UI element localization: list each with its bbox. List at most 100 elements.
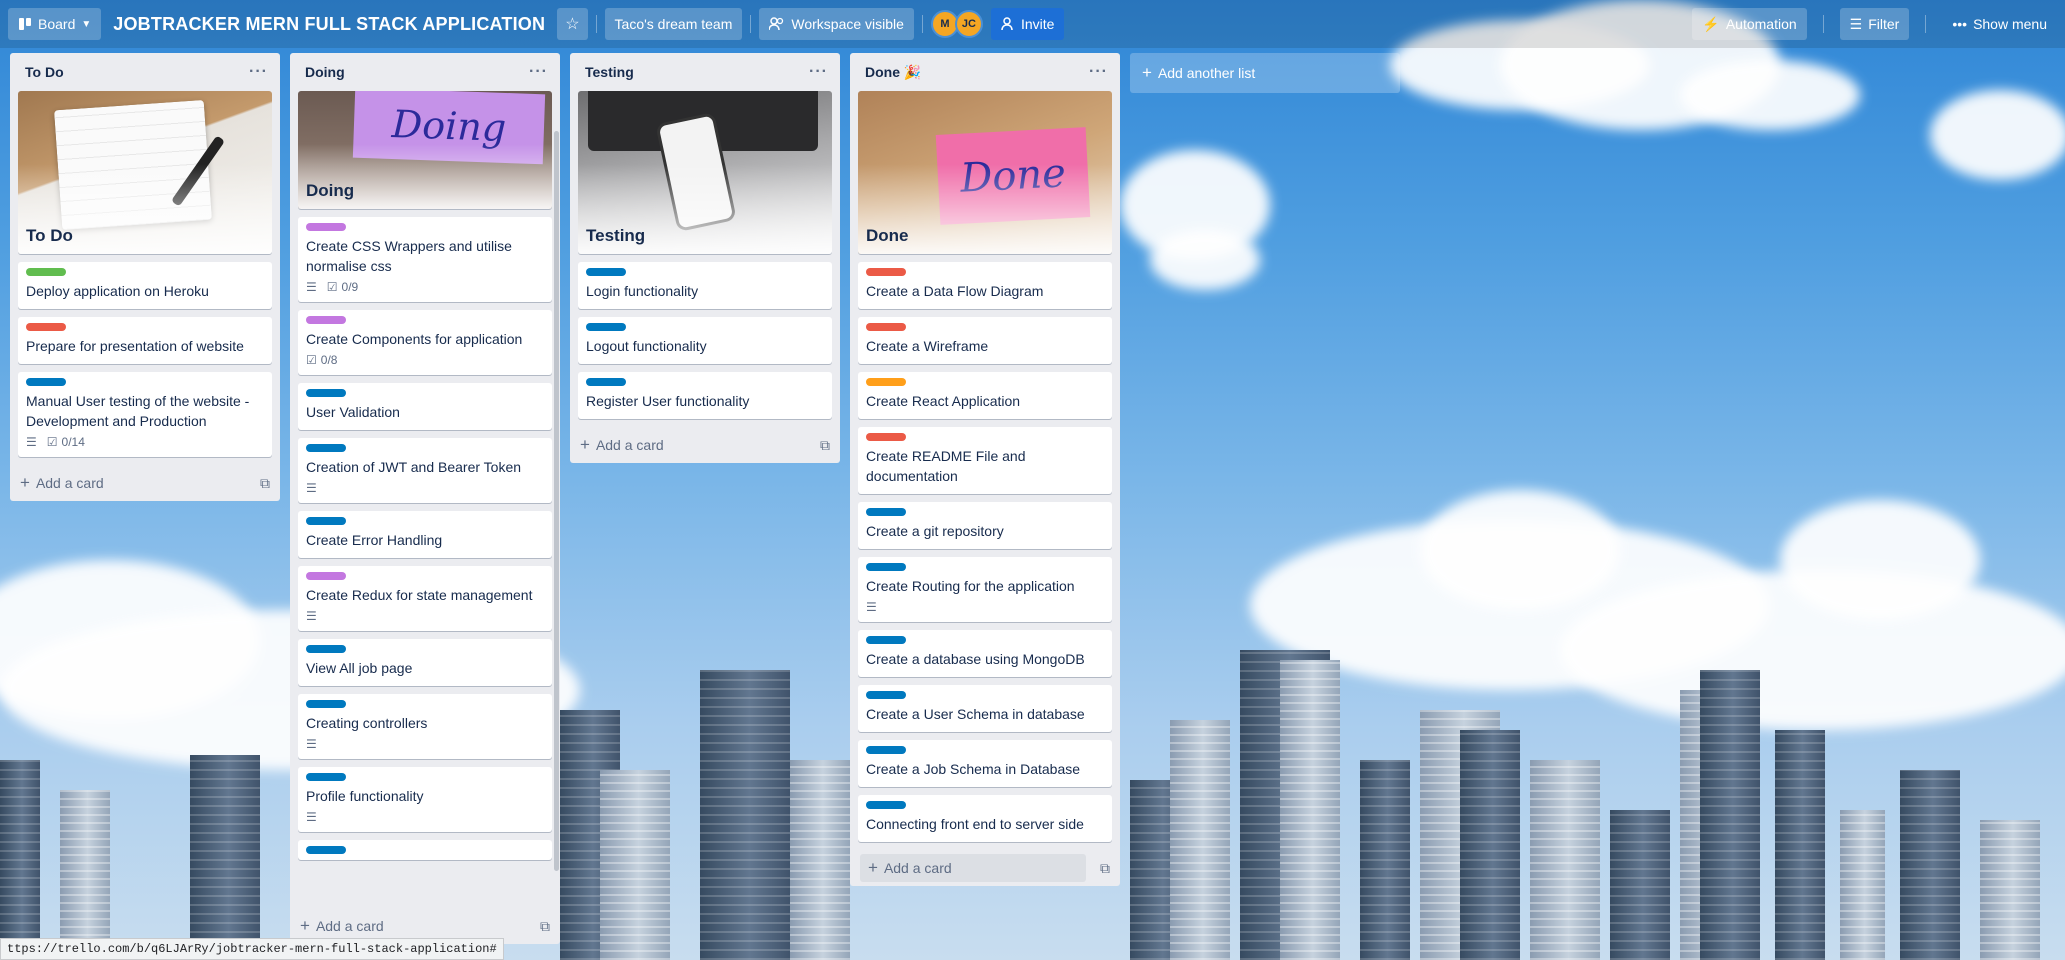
list-card[interactable]: Register User functionality: [578, 372, 832, 419]
card-label[interactable]: [866, 268, 906, 276]
list-card[interactable]: Create README File and documentation: [858, 427, 1112, 494]
list-card[interactable]: Deploy application on Heroku: [18, 262, 272, 309]
card-label[interactable]: [586, 378, 626, 386]
list-title[interactable]: Doing: [305, 64, 345, 80]
automation-button[interactable]: ⚡ Automation: [1692, 8, 1807, 40]
card-title: Create a database using MongoDB: [866, 651, 1085, 667]
card-label[interactable]: [306, 517, 346, 525]
list-card[interactable]: Create a Data Flow Diagram: [858, 262, 1112, 309]
card-label[interactable]: [586, 323, 626, 331]
list-card[interactable]: View All job page: [298, 639, 552, 686]
list-card[interactable]: Create Error Handling: [298, 511, 552, 558]
list-card[interactable]: [298, 840, 552, 860]
list-card[interactable]: Create Components for application ☑ 0/8: [298, 310, 552, 375]
card-label[interactable]: [306, 700, 346, 708]
list-menu-icon[interactable]: ···: [529, 63, 548, 81]
card-title: Create Components for application: [306, 331, 523, 347]
invite-button[interactable]: Invite: [990, 8, 1065, 40]
show-menu-label: Show menu: [1973, 16, 2047, 32]
template-icon[interactable]: ⧉: [260, 475, 270, 492]
list-card[interactable]: Create a database using MongoDB: [858, 630, 1112, 677]
card-label[interactable]: [866, 746, 906, 754]
card-label[interactable]: [866, 433, 906, 441]
add-card-label: Add a card: [595, 437, 664, 453]
card-label[interactable]: [866, 563, 906, 571]
star-board-button[interactable]: ☆: [557, 8, 588, 40]
card-label[interactable]: [306, 572, 346, 580]
list-card[interactable]: Create CSS Wrappers and utilise normalis…: [298, 217, 552, 302]
list-card[interactable]: Creation of JWT and Bearer Token ☰: [298, 438, 552, 503]
add-card-button[interactable]: + Add a card: [20, 473, 104, 493]
list-header[interactable]: Done 🎉 ···: [850, 53, 1120, 91]
template-icon[interactable]: ⧉: [540, 918, 550, 935]
visibility-button[interactable]: Workspace visible: [759, 8, 914, 40]
add-list-button[interactable]: + Add another list: [1130, 53, 1400, 93]
list-card[interactable]: Profile functionality ☰: [298, 767, 552, 832]
list-card[interactable]: Prepare for presentation of website: [18, 317, 272, 364]
card-label[interactable]: [866, 378, 906, 386]
list-header[interactable]: Doing ···: [290, 53, 560, 91]
card-label[interactable]: [866, 691, 906, 699]
card-label[interactable]: [306, 645, 346, 653]
list-title[interactable]: Testing: [585, 64, 634, 80]
card-label[interactable]: [26, 268, 66, 276]
card-label[interactable]: [586, 268, 626, 276]
template-icon[interactable]: ⧉: [1100, 860, 1110, 877]
template-icon[interactable]: ⧉: [820, 437, 830, 454]
add-list-label: Add another list: [1157, 65, 1256, 81]
list-scroll-area[interactable]: Doing Doing Create CSS Wrappers and util…: [290, 91, 560, 908]
list-card[interactable]: Connecting front end to server side: [858, 795, 1112, 842]
list-card[interactable]: User Validation: [298, 383, 552, 430]
list-menu-icon[interactable]: ···: [1089, 63, 1108, 81]
plus-icon: +: [868, 858, 878, 877]
list-card[interactable]: Login functionality: [578, 262, 832, 309]
list-card[interactable]: Create a git repository: [858, 502, 1112, 549]
workspace-team-button[interactable]: Taco's dream team: [604, 8, 743, 40]
add-card-button[interactable]: + Add a card: [860, 854, 1086, 882]
card-label[interactable]: [306, 389, 346, 397]
card-label[interactable]: [866, 801, 906, 809]
list-card[interactable]: Create Redux for state management ☰: [298, 566, 552, 631]
filter-button[interactable]: ☰ Filter: [1839, 8, 1910, 40]
list-scrollbar[interactable]: [554, 131, 559, 871]
description-icon: ☰: [26, 435, 37, 449]
add-card-button[interactable]: + Add a card: [300, 916, 384, 936]
list-card[interactable]: Manual User testing of the website - Dev…: [18, 372, 272, 457]
list-title[interactable]: Done 🎉: [865, 64, 921, 81]
card-title: Prepare for presentation of website: [26, 338, 244, 354]
card-cover[interactable]: To Do: [18, 91, 272, 254]
card-label[interactable]: [306, 223, 346, 231]
add-card-button[interactable]: + Add a card: [580, 435, 664, 455]
board-title[interactable]: JOBTRACKER MERN FULL STACK APPLICATION: [101, 14, 557, 35]
list-doing: Doing ··· Doing Doing Create CSS Wrapper…: [290, 53, 560, 944]
list-header[interactable]: To Do ···: [10, 53, 280, 91]
card-label[interactable]: [306, 444, 346, 452]
card-label[interactable]: [866, 323, 906, 331]
list-card[interactable]: Create a Wireframe: [858, 317, 1112, 364]
list-card[interactable]: Create Routing for the application ☰: [858, 557, 1112, 622]
list-menu-icon[interactable]: ···: [809, 63, 828, 81]
list-card[interactable]: Logout functionality: [578, 317, 832, 364]
card-label[interactable]: [306, 846, 346, 854]
list-done: Done 🎉 ··· Done Done Create a Data Flow …: [850, 53, 1120, 886]
card-label[interactable]: [866, 636, 906, 644]
board-view-switcher[interactable]: Board ▼: [8, 8, 102, 40]
card-label[interactable]: [306, 773, 346, 781]
card-label[interactable]: [26, 323, 66, 331]
board-members: M JC: [930, 10, 983, 38]
list-menu-icon[interactable]: ···: [249, 63, 268, 81]
card-label[interactable]: [866, 508, 906, 516]
card-cover[interactable]: Testing: [578, 91, 832, 254]
list-title[interactable]: To Do: [25, 64, 64, 80]
list-header[interactable]: Testing ···: [570, 53, 840, 91]
card-cover[interactable]: Doing Doing: [298, 91, 552, 209]
list-card[interactable]: Creating controllers ☰: [298, 694, 552, 759]
card-label[interactable]: [306, 316, 346, 324]
list-card[interactable]: Create a Job Schema in Database: [858, 740, 1112, 787]
list-card[interactable]: Create React Application: [858, 372, 1112, 419]
avatar[interactable]: JC: [954, 10, 983, 38]
card-label[interactable]: [26, 378, 66, 386]
card-cover[interactable]: Done Done: [858, 91, 1112, 254]
list-card[interactable]: Create a User Schema in database: [858, 685, 1112, 732]
show-menu-button[interactable]: ••• Show menu: [1942, 8, 2057, 40]
